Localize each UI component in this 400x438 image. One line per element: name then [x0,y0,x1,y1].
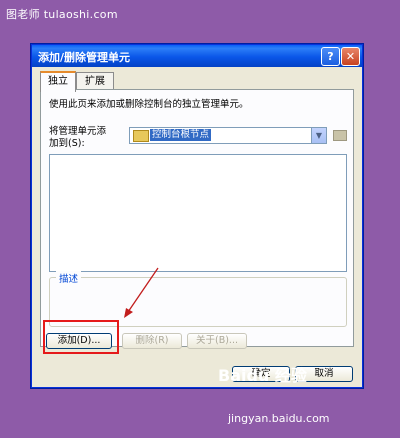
tab-standalone[interactable]: 独立 [40,71,76,92]
screenshot: { "watermark_top": "图老师 tulaoshi.com", "… [0,0,400,438]
watermark-bottom: jingyan.baidu.com [228,412,330,425]
annotation-arrow [124,267,159,318]
baidu-watermark: Baidu 经验 [218,366,307,385]
